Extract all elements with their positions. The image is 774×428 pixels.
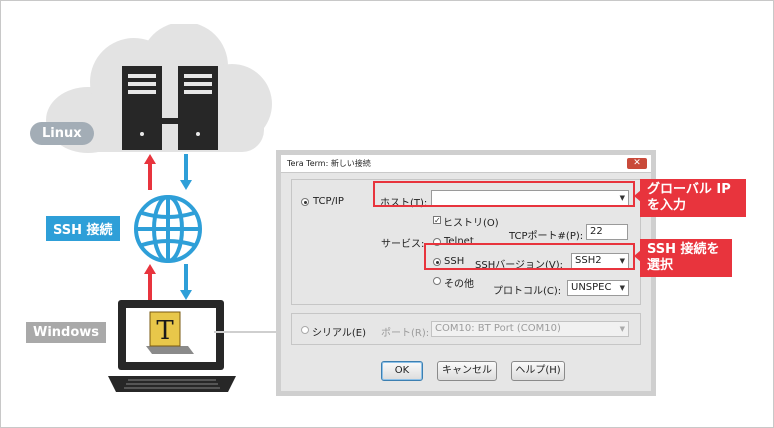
tcp-port-label: TCPポート#(P): <box>509 231 584 242</box>
chevron-down-icon: ▼ <box>619 325 625 333</box>
ssh-callout: SSH 接続を 選択 <box>640 239 732 277</box>
linux-label: Linux <box>30 122 94 145</box>
serial-label: シリアル(E) <box>312 328 367 339</box>
port-value: COM10: BT Port (COM10) <box>435 323 561 334</box>
close-button[interactable]: ✕ <box>627 158 647 169</box>
help-button[interactable]: ヘルプ(H) <box>511 361 565 381</box>
dialog-title: Tera Term: 新しい接続 <box>281 155 651 173</box>
windows-label: Windows <box>26 322 107 343</box>
port-label: ポート(R): <box>381 328 430 339</box>
ip-callout: グローバル IP を入力 <box>640 179 746 217</box>
chevron-down-icon: ▼ <box>619 284 625 292</box>
ip-callout-line1: グローバル IP <box>647 182 731 197</box>
ssh-connection-label: SSH 接続 <box>46 216 120 241</box>
ok-button[interactable]: OK <box>381 361 423 381</box>
host-highlight <box>373 181 635 207</box>
server-icon <box>122 66 218 150</box>
ip-callout-pointer <box>634 190 641 202</box>
tcpip-label: TCP/IP <box>313 196 344 207</box>
history-checkbox[interactable]: ✓ <box>433 216 441 225</box>
arrow-up-icon <box>144 154 192 190</box>
ssh-callout-line2: 選択 <box>647 258 674 273</box>
protocol-label: プロトコル(C): <box>493 286 562 297</box>
history-label: ヒストリ(O) <box>443 218 499 229</box>
tcpip-radio[interactable] <box>301 198 309 206</box>
protocol-value: UNSPEC <box>571 282 612 293</box>
other-label: その他 <box>444 279 474 290</box>
ssh-callout-line1: SSH 接続を <box>647 242 720 257</box>
protocol-select[interactable]: UNSPEC ▼ <box>567 280 629 296</box>
cancel-button[interactable]: キャンセル <box>437 361 497 381</box>
port-select[interactable]: COM10: BT Port (COM10) ▼ <box>431 321 629 337</box>
svg-text:T: T <box>156 316 174 346</box>
connector-line <box>214 331 276 333</box>
tcp-port-input[interactable]: 22 <box>586 224 628 240</box>
globe-icon <box>134 195 202 263</box>
ssh-highlight <box>424 243 635 270</box>
teraterm-logo-icon: T <box>146 311 194 354</box>
serial-radio[interactable] <box>301 326 309 334</box>
other-radio[interactable] <box>433 277 441 285</box>
service-label: サービス: <box>381 239 425 250</box>
ip-callout-line2: を入力 <box>647 198 687 213</box>
ssh-callout-pointer <box>634 250 641 262</box>
